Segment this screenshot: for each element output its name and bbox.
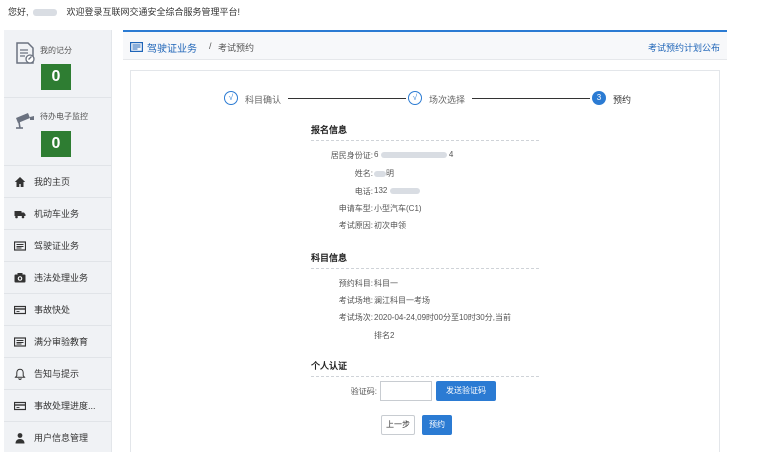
score-count: 0	[41, 64, 71, 90]
field-label: 验证码:	[350, 387, 377, 396]
score-card-title: 我的记分	[40, 46, 72, 55]
step-connector	[472, 98, 590, 99]
redacted-value	[374, 170, 386, 177]
vehicle-type-value: 小型汽车(C1)	[374, 204, 422, 213]
sidebar-item-vehicle[interactable]: 机动车业务	[4, 198, 111, 230]
sidebar-item-label: 机动车业务	[34, 209, 80, 219]
step-1-check-icon: √	[224, 91, 238, 105]
send-code-button[interactable]: 发送验证码	[436, 381, 496, 401]
exam-schedule-link[interactable]: 考试预约计划公布	[648, 41, 720, 54]
breadcrumb-current: 考试预约	[218, 43, 255, 53]
field-label: 居民身份证:	[330, 151, 373, 160]
sidebar-item-education[interactable]: 满分审验教育	[4, 326, 111, 358]
subject-value: 科目一	[374, 279, 398, 288]
greeting-text: 您好,	[8, 7, 29, 17]
welcome-bar: 您好, 欢迎登录互联网交通安全综合服务管理平台!	[0, 0, 783, 26]
field-label: 考试场次:	[338, 313, 373, 322]
sidebar-item-label: 事故快处	[34, 305, 71, 315]
section-divider	[311, 140, 539, 141]
step-2-label: 场次选择	[429, 95, 466, 105]
score-document-icon	[16, 42, 35, 64]
bell-icon	[14, 368, 26, 380]
registration-title: 报名信息	[311, 125, 348, 135]
sidebar-item-label: 事故处理进度...	[34, 401, 96, 411]
sidebar: 我的记分 0 待办电子监控 0 我的主页 机动车业务 驾驶证业务 违法处理业务 …	[4, 30, 112, 452]
license-card-icon	[14, 337, 26, 347]
monitor-count: 0	[41, 131, 71, 157]
step-2-check-icon: √	[408, 91, 422, 105]
score-card[interactable]: 我的记分 0	[4, 30, 111, 98]
sidebar-item-license[interactable]: 驾驶证业务	[4, 230, 111, 262]
sidebar-item-accident-quick[interactable]: 事故快处	[4, 294, 111, 326]
book-button[interactable]: 预约	[422, 415, 452, 435]
exam-session-value: 2020-04-24,09时00分至10时30分,当前	[374, 313, 511, 322]
breadcrumb-separator: /	[209, 41, 212, 51]
auth-title: 个人认证	[311, 361, 348, 371]
section-divider	[311, 268, 539, 269]
sidebar-item-notice[interactable]: 告知与提示	[4, 358, 111, 390]
step-3-number: 3	[592, 91, 606, 105]
license-card-icon	[130, 42, 143, 52]
field-label: 电话:	[354, 187, 373, 196]
step-progress: √ 科目确认 √ 场次选择 3 预约	[131, 71, 721, 131]
id-card-value: 6 4	[374, 150, 454, 159]
subject-title: 科目信息	[311, 253, 348, 263]
monitor-card-title: 待办电子监控	[40, 112, 88, 121]
breadcrumb: 驾驶证业务 / 考试预约 考试预约计划公布	[123, 30, 727, 60]
user-icon	[15, 433, 25, 444]
sidebar-item-user-info[interactable]: 用户信息管理	[4, 422, 111, 452]
sidebar-item-label: 违法处理业务	[34, 273, 89, 283]
card-icon	[14, 401, 26, 411]
rank-value: 排名2	[374, 331, 395, 340]
main-content: 驾驶证业务 / 考试预约 考试预约计划公布 √ 科目确认 √ 场次选择 3 预约…	[123, 30, 727, 452]
camera-icon	[14, 273, 26, 283]
card-icon	[14, 305, 26, 315]
camera-icon	[16, 113, 34, 129]
sidebar-item-accident-progress[interactable]: 事故处理进度...	[4, 390, 111, 422]
sidebar-item-violation[interactable]: 违法处理业务	[4, 262, 111, 294]
welcome-text: 欢迎登录互联网交通安全综合服务管理平台!	[66, 7, 241, 17]
appointment-panel: √ 科目确认 √ 场次选择 3 预约 报名信息 居民身份证: 6 4 姓名: 明…	[130, 70, 720, 452]
step-3-label: 预约	[613, 95, 632, 105]
exam-reason-value: 初次申领	[374, 221, 406, 230]
step-connector	[288, 98, 406, 99]
home-icon	[14, 177, 26, 187]
field-label: 姓名:	[354, 169, 373, 178]
field-label: 申请车型:	[338, 204, 373, 213]
verification-code-input[interactable]	[380, 381, 432, 401]
phone-value: 132	[374, 186, 420, 195]
prev-step-button[interactable]: 上一步	[381, 415, 415, 435]
name-value: 明	[374, 168, 394, 179]
sidebar-item-label: 我的主页	[34, 177, 71, 187]
breadcrumb-main[interactable]: 驾驶证业务	[147, 40, 197, 55]
exam-site-value: 澜江科目一考场	[374, 296, 430, 305]
section-divider	[311, 376, 539, 377]
sidebar-item-label: 告知与提示	[34, 369, 80, 379]
field-label: 预约科目:	[338, 279, 373, 288]
field-label: 考试原因:	[338, 221, 373, 230]
sidebar-item-label: 满分审验教育	[34, 337, 89, 347]
redacted-value	[389, 187, 420, 194]
sidebar-item-home[interactable]: 我的主页	[4, 166, 111, 198]
license-card-icon	[14, 241, 26, 251]
field-label: 考试场地:	[338, 296, 373, 305]
truck-icon	[14, 211, 26, 219]
monitor-card[interactable]: 待办电子监控 0	[4, 98, 111, 166]
sidebar-item-label: 驾驶证业务	[34, 241, 80, 251]
step-1-label: 科目确认	[245, 95, 282, 105]
username-blurred	[32, 9, 57, 17]
redacted-value	[380, 151, 447, 158]
sidebar-item-label: 用户信息管理	[34, 433, 89, 443]
